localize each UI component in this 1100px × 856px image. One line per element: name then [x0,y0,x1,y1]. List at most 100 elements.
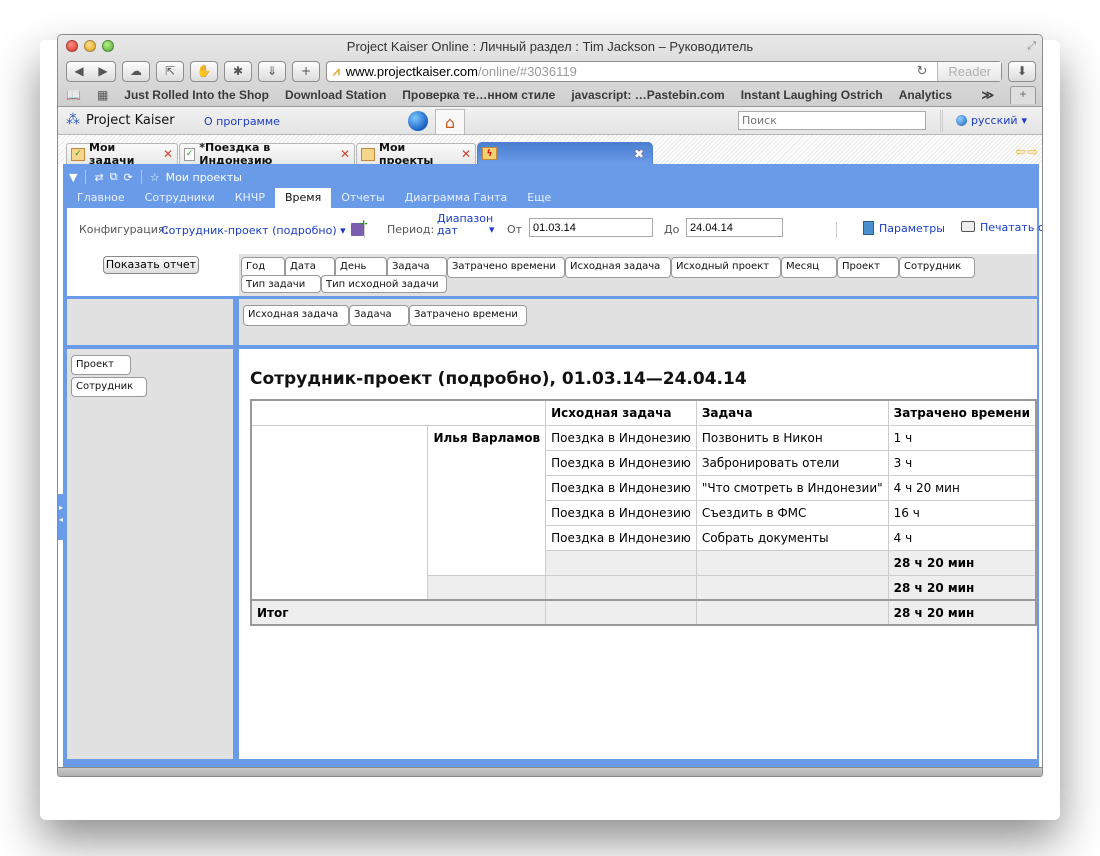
nav-reports[interactable]: Отчеты [331,188,394,208]
chevron-down-icon[interactable]: ▾ [489,223,495,236]
fullscreen-icon[interactable]: ⤢ [1027,39,1036,53]
task-cell: Собрать документы [695,524,889,551]
arrow-right-icon[interactable]: ⇨ [1027,145,1038,160]
to-date-input[interactable] [686,218,783,237]
column-field-chip[interactable]: Исходная задача [243,305,349,326]
nav-employees[interactable]: Сотрудники [135,188,225,208]
close-tab-icon[interactable]: ✕ [461,147,471,161]
row-fields-zone[interactable]: Проект Сотрудник [67,349,233,759]
nav-more[interactable]: Еще [517,188,561,208]
forward-button[interactable]: ▶ [91,64,115,78]
stop-hand-icon: ✋ [196,64,212,78]
report-builder: Конфигурация: Сотрудник-проект (подробно… [67,208,1042,763]
field-chip[interactable]: Тип исходной задачи [321,275,447,293]
reading-list-icon[interactable]: 📖 [66,88,81,102]
grand-total-row: Итог 28 ч 20 мин [250,599,1037,626]
config-select[interactable]: Сотрудник-проект (подробно) ▾ [161,217,368,237]
field-chip[interactable]: Месяц [781,257,837,278]
download-ext-button[interactable]: ⇓ [258,60,286,82]
nav-gantt[interactable]: Диаграмма Ганта [395,188,518,208]
window-title: Project Kaiser Online : Личный раздел : … [346,39,754,54]
report-table: Исходная задача Задача Затрачено времени… [250,399,1037,626]
url-path: /online/#3036119 [478,63,577,79]
arrow-left-icon[interactable]: ⇦ [1015,145,1026,160]
bookmark-item[interactable]: Instant Laughing Ostrich [741,88,883,102]
field-chip[interactable]: Исходная задача [565,257,671,278]
empty-cell [545,574,697,601]
nav-time[interactable]: Время [274,188,332,208]
field-chip[interactable]: Исходный проект [671,257,781,278]
reload-icon[interactable]: ↻ [916,63,927,79]
share-button[interactable]: ⇱ [156,60,184,82]
nav-main[interactable]: Главное [67,188,135,208]
language-selector[interactable]: русский ▾ [956,114,1027,127]
app-header: ⁂ Project Kaiser О программе ⌂ русский ▾ [58,107,1042,135]
search-input[interactable] [738,111,926,130]
refresh-icon[interactable]: ⟳ [124,171,133,184]
tab-report[interactable]: ϟ ✖ [477,142,653,164]
globe-icon[interactable] [408,111,428,131]
time-cell: 4 ч 20 мин [887,474,1037,501]
downloads-button[interactable]: ⬇ [1008,60,1036,82]
bookmark-item[interactable]: javascript: …Pastebin.com [571,88,724,102]
tab-indonesia-trip[interactable]: ✓ *Поездка в Индонезию ✕ [179,141,355,167]
show-report-button[interactable]: Показать отчет [103,256,199,274]
tab-my-projects[interactable]: Мои проекты ✕ [356,141,476,167]
favorite-label[interactable]: Мои проекты [166,171,242,184]
row-field-chip[interactable]: Проект [71,355,131,375]
plus-icon: + [300,64,312,78]
top-sites-icon[interactable]: ▦ [97,88,108,102]
time-cell: 3 ч [887,449,1037,476]
corner-zone [67,299,233,345]
row-field-chip[interactable]: Сотрудник [71,377,147,397]
nav-knchr[interactable]: КНЧР [225,188,275,208]
app-logo[interactable]: ⁂ Project Kaiser [66,112,175,128]
report-view: Сотрудник-проект (подробно), 01.03.14—24… [239,349,1037,759]
empty-cell [545,599,697,626]
bookmarks-overflow-button[interactable]: ≫ [981,88,994,102]
column-drop-zone[interactable]: Исходная задача Задача Затрачено времени [239,299,1037,345]
column-field-chip[interactable]: Задача [349,305,409,326]
home-button[interactable]: ⌂ [435,109,465,135]
print-link[interactable]: Печатать от [961,221,1042,234]
parameters-link[interactable]: Параметры [863,221,945,235]
about-link[interactable]: О программе [204,115,280,128]
star-icon[interactable]: ☆ [150,171,160,184]
column-field-chip[interactable]: Затрачено времени [409,305,527,326]
swap-icon[interactable]: ⇄ [94,171,103,184]
field-chip[interactable]: Проект [837,257,899,278]
project-folder-icon [361,147,376,161]
field-chip[interactable]: Тип задачи [241,275,321,293]
from-date-input[interactable] [529,218,653,237]
add-bookmark-button[interactable]: + [292,60,320,82]
close-tab-icon[interactable]: ✖ [634,147,644,161]
source-task-cell: Поездка в Индонезию [545,499,697,526]
employee-cell: Илья Варламов [427,424,547,576]
bookmark-item[interactable]: Download Station [285,88,386,102]
cloud-icon: ☁ [130,64,142,78]
back-button[interactable]: ◀ [67,64,91,78]
field-chip[interactable]: Затрачено времени [447,257,565,278]
open-external-icon[interactable]: ⧉ [110,170,118,184]
bookmark-item[interactable]: Проверка те…нном стиле [402,88,555,102]
save-config-icon[interactable] [351,217,368,236]
language-globe-icon [956,115,967,126]
menu-dropdown-icon[interactable]: ▼ [69,171,77,184]
close-tab-icon[interactable]: ✕ [163,147,173,161]
reader-button[interactable]: Reader [937,61,1001,81]
bookmark-item[interactable]: Analytics [899,88,952,102]
sidebar-collapse-handle[interactable]: ▸ ◂ [58,494,65,540]
icloud-button[interactable]: ☁ [122,60,150,82]
field-chip[interactable]: Сотрудник [899,257,975,278]
close-tab-icon[interactable]: ✕ [340,147,350,161]
parameters-label: Параметры [879,222,945,235]
period-select[interactable]: Диапазон дат [437,213,493,237]
bookmark-item[interactable]: Just Rolled Into the Shop [124,88,269,102]
document-check-icon: ✓ [184,147,196,161]
available-fields-row: Показать отчет Год Дата День Задача Затр… [67,250,1037,296]
tab-my-tasks[interactable]: ✓ Мои задачи ✕ [66,141,178,167]
adblock-button[interactable]: ✋ [190,60,218,82]
bug-button[interactable]: ✱ [224,60,252,82]
new-tab-button[interactable]: + [1010,86,1036,104]
address-bar[interactable]: ⩘ www.projectkaiser.com /online/#3036119… [326,60,1002,82]
